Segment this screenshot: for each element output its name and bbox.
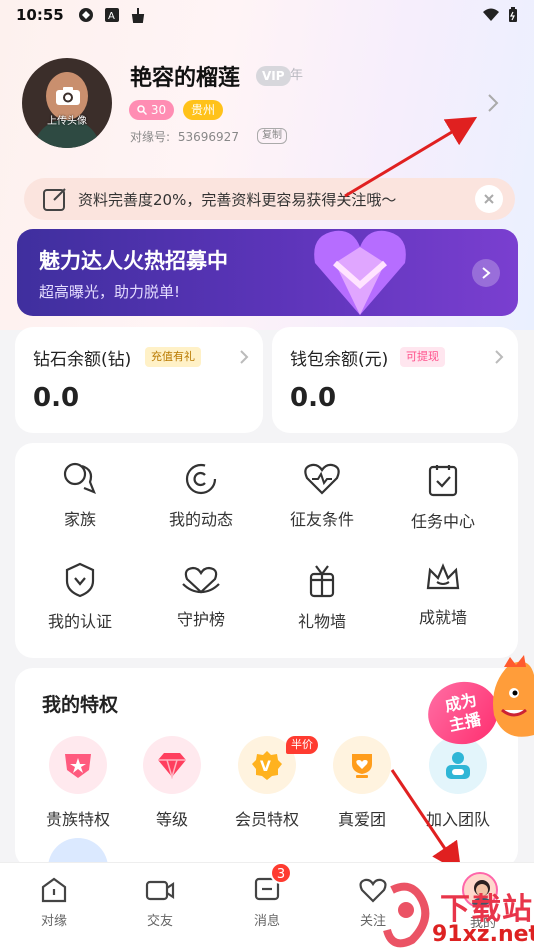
family-icon <box>63 462 96 494</box>
level-badge: 30 <box>129 100 175 120</box>
grid-item-family[interactable]: 家族 <box>20 462 140 530</box>
location-badge: 贵州 <box>183 100 224 120</box>
banner-subtitle: 超高曝光，助力脱单! <box>39 283 181 301</box>
wifi-icon <box>483 8 499 21</box>
avatar-caption: 上传头像 <box>47 116 87 127</box>
tab-friends[interactable]: 交友 <box>120 876 200 929</box>
heart-pulse-icon <box>304 463 340 495</box>
wallet-balance-value: 0.0 <box>290 383 337 413</box>
vip-badge[interactable]: VIP <box>256 66 291 86</box>
grid-label: 家族 <box>63 510 96 529</box>
diamond-icon <box>158 753 186 779</box>
tab-messages[interactable]: 消息 <box>227 876 307 929</box>
privilege-noble[interactable]: 贵族特权 <box>30 736 126 830</box>
a-notification-icon: A <box>104 7 120 23</box>
wallet-balance-card[interactable]: 钱包余额(元) 可提现 0.0 <box>272 327 518 433</box>
tab-match[interactable]: 对缘 <box>14 876 94 929</box>
banner-go-button[interactable] <box>472 259 500 287</box>
task-icon <box>428 465 458 497</box>
banner-title: 魅力达人火热招募中 <box>39 249 228 273</box>
tab-label: 对缘 <box>40 914 67 929</box>
grid-item-achievement-wall[interactable]: 成就墙 <box>383 562 503 628</box>
grid-label: 征友条件 <box>289 510 354 529</box>
gift-icon <box>309 565 335 598</box>
tab-label: 交友 <box>146 914 173 929</box>
diamond-balance-value: 0.0 <box>33 383 80 413</box>
charm-recruit-banner[interactable]: 魅力达人火热招募中 超高曝光，助力脱单! <box>17 229 518 316</box>
privilege-label: 等级 <box>155 810 188 829</box>
privilege-label: 贵族特权 <box>45 810 110 829</box>
avatar-upload[interactable]: 上传头像 <box>22 58 112 148</box>
crown-icon <box>426 563 460 590</box>
wallet-balance-title: 钱包余额(元) <box>290 350 389 370</box>
battery-icon <box>509 7 517 22</box>
watermark-line2: 91xz.net <box>432 922 534 947</box>
grid-item-verify[interactable]: 我的认证 <box>20 562 140 632</box>
svg-text:V: V <box>260 759 271 775</box>
vip-badge-icon: V <box>252 751 282 780</box>
uid-value: 53696927 <box>177 130 239 144</box>
svg-text:A: A <box>108 11 115 22</box>
grid-label: 任务中心 <box>410 512 475 531</box>
status-bar: 10:55 A <box>0 0 534 30</box>
profile-completion-notice[interactable]: 资料完善度20%，完善资料更容易获得关注哦～ <box>24 178 515 220</box>
team-icon <box>446 752 470 779</box>
moments-icon <box>185 463 217 495</box>
edit-icon <box>43 188 66 211</box>
diamond-balance-title: 钻石余额(钻) <box>33 350 132 370</box>
uid-line: 对缘号: 53696927 <box>130 128 239 145</box>
mascot-icon <box>493 655 534 737</box>
vip-year-label: 年 <box>290 68 304 83</box>
guard-icon <box>182 566 220 594</box>
notice-text: 资料完善度20%，完善资料更容易获得关注哦～ <box>78 190 397 209</box>
grid-item-task-center[interactable]: 任务中心 <box>383 462 503 532</box>
privileges-title: 我的特权 <box>42 694 119 716</box>
uid-label: 对缘号: <box>130 130 171 144</box>
chevron-right-icon <box>495 350 504 364</box>
verify-icon <box>65 562 95 598</box>
heart-gem-icon <box>314 230 406 315</box>
grid-item-moments[interactable]: 我的动态 <box>141 462 261 530</box>
profile-chevron-right-icon[interactable] <box>486 92 500 114</box>
close-icon <box>484 194 494 204</box>
broom-icon <box>130 7 146 23</box>
messages-unread-badge: 3 <box>270 862 292 884</box>
app-notification-icon <box>78 7 94 23</box>
noble-shield-icon <box>65 754 91 778</box>
home-icon <box>41 877 67 903</box>
tab-label: 消息 <box>253 914 280 929</box>
privilege-label: 加入团队 <box>425 810 490 829</box>
diamond-balance-card[interactable]: 钻石余额(钻) 充值有礼 0.0 <box>15 327 263 433</box>
privilege-join-team[interactable]: 加入团队 <box>410 736 506 830</box>
grid-label: 我的认证 <box>47 612 112 631</box>
privilege-label: 真爱团 <box>337 810 386 829</box>
chevron-right-icon <box>240 350 249 364</box>
search-icon <box>137 105 148 116</box>
grid-label: 守护榜 <box>176 610 225 629</box>
camera-icon <box>56 87 80 105</box>
grid-label: 礼物墙 <box>297 612 346 631</box>
status-time: 10:55 <box>16 6 64 24</box>
love-trophy-icon <box>352 754 372 778</box>
grid-item-gift-wall[interactable]: 礼物墙 <box>262 562 382 632</box>
privilege-level[interactable]: 等级 <box>124 736 220 830</box>
grid-label: 我的动态 <box>168 510 233 529</box>
grid-item-friend-conditions[interactable]: 征友条件 <box>262 462 382 530</box>
video-icon <box>145 880 175 901</box>
profile-name: 艳容的榴莲 <box>130 66 241 91</box>
close-notice-button[interactable] <box>475 185 503 213</box>
withdrawable-badge: 可提现 <box>400 347 445 367</box>
privilege-true-love[interactable]: 真爱团 <box>314 736 410 830</box>
privilege-label: 会员特权 <box>234 810 299 829</box>
grid-item-guard-rank[interactable]: 守护榜 <box>141 562 261 630</box>
grid-label: 成就墙 <box>418 608 467 627</box>
copy-button[interactable]: 复制 <box>257 128 287 144</box>
chevron-right-icon <box>482 267 491 279</box>
level-value: 30 <box>150 103 167 117</box>
recharge-gift-badge: 充值有礼 <box>145 347 201 367</box>
